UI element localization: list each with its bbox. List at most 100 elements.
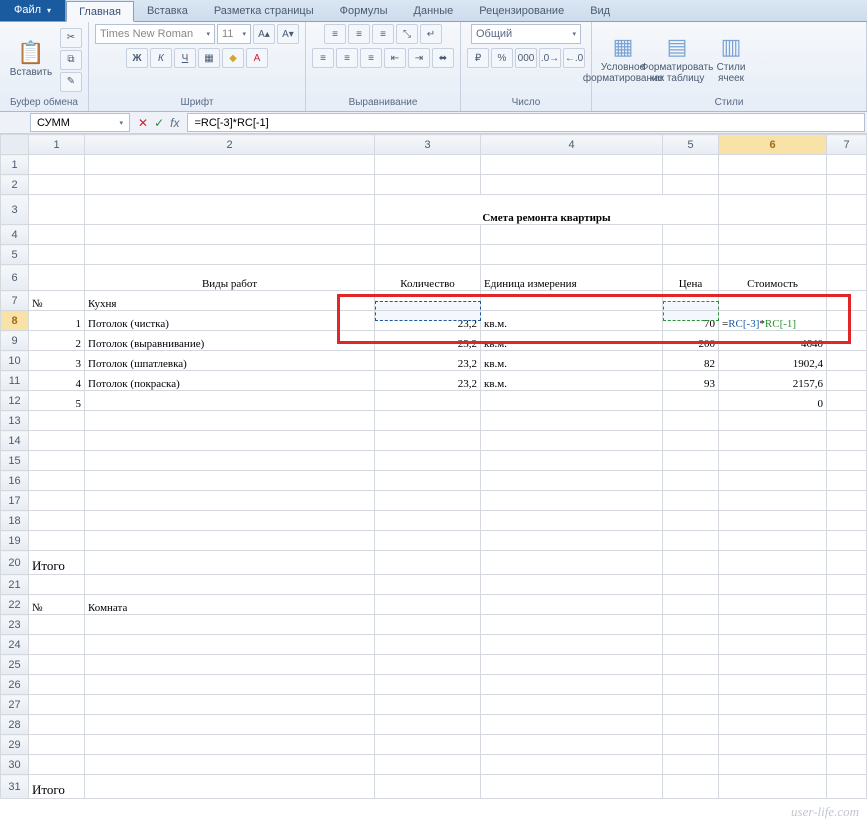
cell-styles-button[interactable]: ▥ Стили ячеек	[706, 29, 756, 91]
font-name-select[interactable]: Times New Roman▾	[95, 24, 215, 44]
row-header[interactable]: 15	[1, 451, 29, 471]
row-header[interactable]: 11	[1, 371, 29, 391]
row-header[interactable]: 3	[1, 195, 29, 225]
active-cell[interactable]: =RC[-3]*RC[-1]	[719, 311, 827, 331]
currency-button[interactable]: ₽	[467, 48, 489, 68]
cell[interactable]: 200	[663, 331, 719, 351]
row-header[interactable]: 16	[1, 471, 29, 491]
cell[interactable]: 3	[29, 351, 85, 371]
row-header[interactable]: 18	[1, 511, 29, 531]
row-header[interactable]: 13	[1, 411, 29, 431]
spreadsheet[interactable]: 1 2 3 4 5 6 7 1 2 3 Смета ремонта квартир…	[0, 134, 867, 799]
row-header[interactable]: 7	[1, 291, 29, 311]
formula-input[interactable]: =RC[-3]*RC[-1]	[187, 113, 865, 132]
enter-formula-button[interactable]: ✓	[154, 116, 164, 130]
cell[interactable]: 2	[29, 331, 85, 351]
row-header[interactable]: 6	[1, 265, 29, 291]
row-header[interactable]: 24	[1, 635, 29, 655]
increase-font-button[interactable]: A▴	[253, 24, 275, 44]
cell[interactable]: Количество	[375, 265, 481, 291]
row-header[interactable]: 12	[1, 391, 29, 411]
decrease-indent-button[interactable]: ⇤	[384, 48, 406, 68]
border-button[interactable]: ▦	[198, 48, 220, 68]
row-header[interactable]: 1	[1, 155, 29, 175]
align-left-button[interactable]: ≡	[312, 48, 334, 68]
orientation-button[interactable]: ⤡	[396, 24, 418, 44]
cell[interactable]: 23,2	[375, 351, 481, 371]
tab-formulas[interactable]: Формулы	[327, 0, 401, 21]
row-header[interactable]: 28	[1, 715, 29, 735]
font-color-button[interactable]: A	[246, 48, 268, 68]
cell[interactable]: 4	[29, 371, 85, 391]
cell[interactable]: Потолок (чистка)	[85, 311, 375, 331]
cell[interactable]: 5	[29, 391, 85, 411]
format-painter-button[interactable]: ✎	[60, 72, 82, 92]
cell[interactable]: 2157,6	[719, 371, 827, 391]
cell[interactable]: №	[29, 595, 85, 615]
row-header[interactable]: 31	[1, 775, 29, 799]
cell[interactable]: кв.м.	[481, 351, 663, 371]
row-header[interactable]: 17	[1, 491, 29, 511]
row-header[interactable]: 25	[1, 655, 29, 675]
wrap-text-button[interactable]: ↵	[420, 24, 442, 44]
cell[interactable]: 23,2	[375, 331, 481, 351]
merge-button[interactable]: ⬌	[432, 48, 454, 68]
cell[interactable]: кв.м.	[481, 371, 663, 391]
cell[interactable]: 1902,4	[719, 351, 827, 371]
col-header[interactable]: 4	[481, 135, 663, 155]
row-header[interactable]: 30	[1, 755, 29, 775]
tab-insert[interactable]: Вставка	[134, 0, 201, 21]
increase-indent-button[interactable]: ⇥	[408, 48, 430, 68]
cell[interactable]: Единица измерения	[481, 265, 663, 291]
cell[interactable]: 4640	[719, 331, 827, 351]
cut-button[interactable]: ✂	[60, 28, 82, 48]
grid[interactable]: 1 2 3 4 5 6 7 1 2 3 Смета ремонта квартир…	[0, 134, 867, 799]
copy-button[interactable]: ⧉	[60, 50, 82, 70]
cell[interactable]: 23,2	[375, 311, 481, 331]
title-cell[interactable]: Смета ремонта квартиры	[375, 195, 719, 225]
cancel-formula-button[interactable]: ✕	[138, 116, 148, 130]
tab-review[interactable]: Рецензирование	[466, 0, 577, 21]
col-header[interactable]: 7	[827, 135, 867, 155]
cell[interactable]: 23,2	[375, 371, 481, 391]
row-header[interactable]: 26	[1, 675, 29, 695]
cell[interactable]: Виды работ	[85, 265, 375, 291]
decrease-decimal-button[interactable]: ←.0	[563, 48, 585, 68]
row-header[interactable]: 20	[1, 551, 29, 575]
cell[interactable]: Потолок (выравнивание)	[85, 331, 375, 351]
row-header[interactable]: 14	[1, 431, 29, 451]
row-header[interactable]: 9	[1, 331, 29, 351]
cell[interactable]: Кухня	[85, 291, 375, 311]
name-box[interactable]: СУММ ▾	[30, 113, 130, 132]
cell[interactable]: 0	[719, 391, 827, 411]
cell[interactable]: Потолок (шпатлевка)	[85, 351, 375, 371]
tab-file[interactable]: Файл ▾	[0, 0, 66, 21]
select-all-corner[interactable]	[1, 135, 29, 155]
cell[interactable]: Комната	[85, 595, 375, 615]
col-header[interactable]: 2	[85, 135, 375, 155]
format-as-table-button[interactable]: ▤ Форматировать как таблицу	[652, 29, 702, 91]
cell[interactable]: Итого	[29, 551, 85, 575]
col-header[interactable]: 5	[663, 135, 719, 155]
cell[interactable]: кв.м.	[481, 311, 663, 331]
row-header[interactable]: 5	[1, 245, 29, 265]
underline-button[interactable]: Ч	[174, 48, 196, 68]
tab-home[interactable]: Главная	[66, 1, 134, 22]
col-header[interactable]: 1	[29, 135, 85, 155]
cell[interactable]: Итого	[29, 775, 85, 799]
row-header[interactable]: 29	[1, 735, 29, 755]
tab-data[interactable]: Данные	[401, 0, 467, 21]
align-bottom-button[interactable]: ≡	[372, 24, 394, 44]
cell[interactable]: 70	[663, 311, 719, 331]
comma-button[interactable]: 000	[515, 48, 537, 68]
fx-button[interactable]: fx	[170, 116, 179, 130]
cell[interactable]: №	[29, 291, 85, 311]
cell[interactable]: Цена	[663, 265, 719, 291]
row-header[interactable]: 4	[1, 225, 29, 245]
paste-button[interactable]: 📋 Вставить	[6, 29, 56, 91]
row-header[interactable]: 22	[1, 595, 29, 615]
cell[interactable]: Стоимость	[719, 265, 827, 291]
align-top-button[interactable]: ≡	[324, 24, 346, 44]
align-middle-button[interactable]: ≡	[348, 24, 370, 44]
tab-view[interactable]: Вид	[577, 0, 623, 21]
